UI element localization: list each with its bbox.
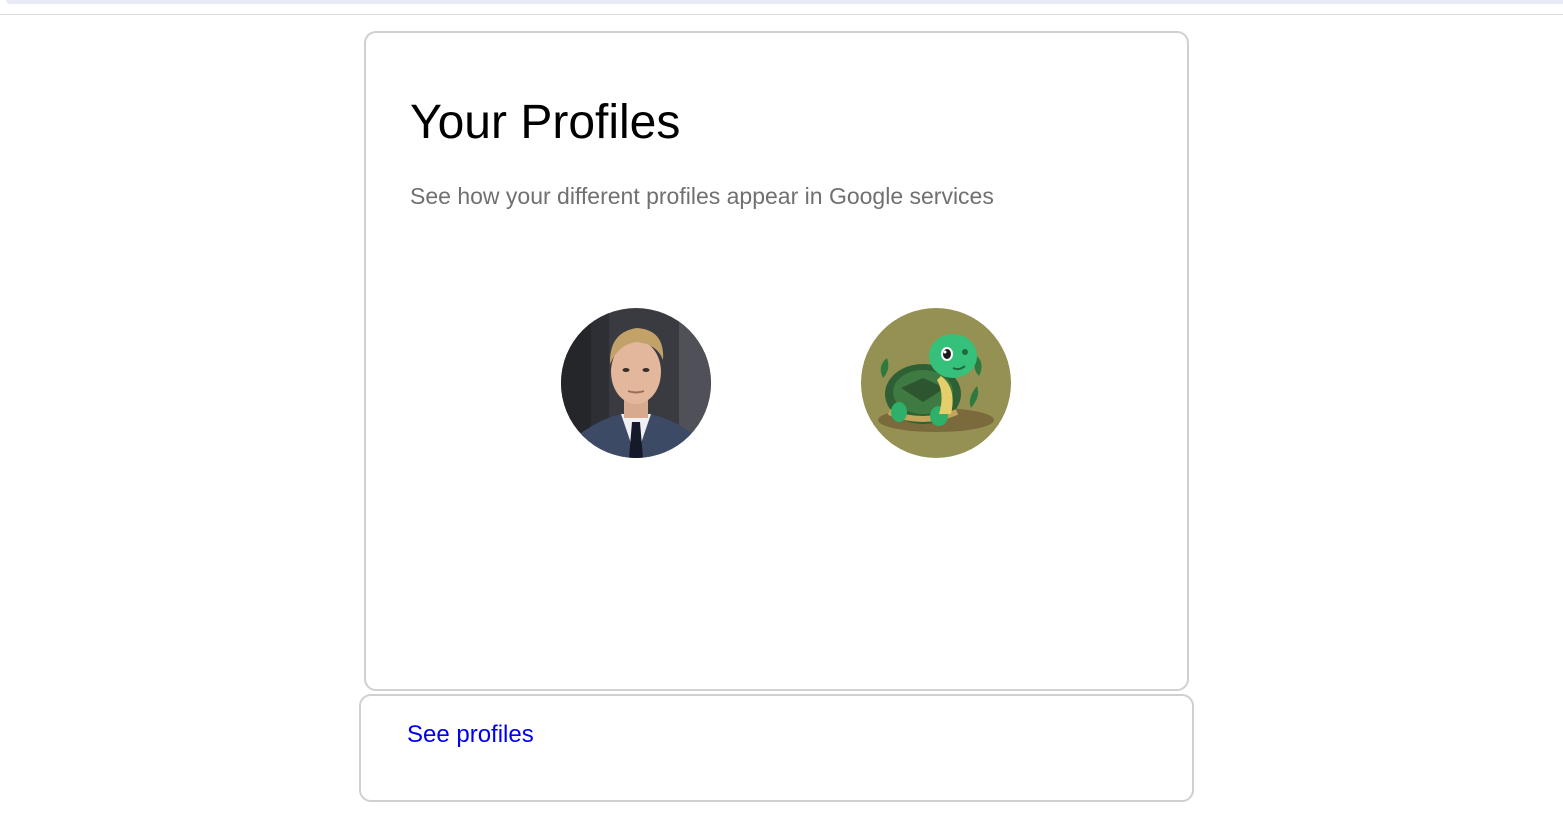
footer-card: See profiles (359, 694, 1194, 802)
page-title: Your Profiles (410, 96, 681, 149)
see-profiles-link[interactable]: See profiles (407, 721, 534, 749)
man-in-suit-avatar-icon (561, 308, 711, 458)
cartoon-turtle-avatar-icon (861, 308, 1011, 458)
page: Your Profiles See how your different pro… (0, 0, 1563, 822)
browser-top-bar (0, 0, 1563, 15)
profile-avatar-turtle[interactable] (861, 308, 1011, 458)
browser-tab-strip (6, 0, 1563, 4)
profiles-card: Your Profiles See how your different pro… (364, 31, 1189, 691)
profile-avatar-man-in-suit[interactable] (561, 308, 711, 458)
page-subtitle: See how your different profiles appear i… (410, 183, 994, 209)
